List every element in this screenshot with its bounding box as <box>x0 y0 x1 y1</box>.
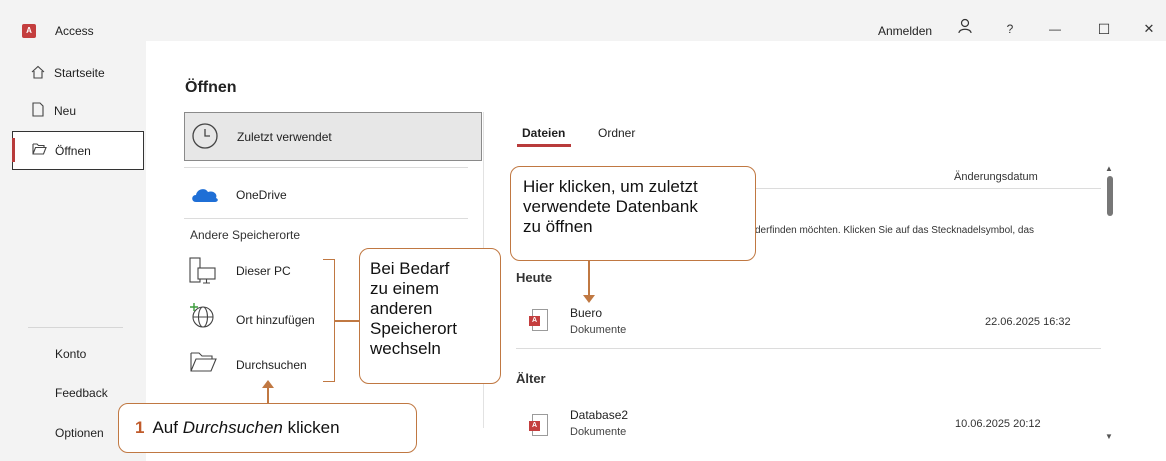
title-bar: A Access Anmelden ? — ☐ ✕ <box>0 0 1166 41</box>
location-onedrive[interactable]: OneDrive <box>236 188 287 202</box>
page-title: Öffnen <box>185 79 237 96</box>
callout-recent: Hier klicken, um zuletzt verwendete Date… <box>510 166 756 261</box>
scroll-up-icon[interactable]: ▲ <box>1105 164 1113 173</box>
file-date: 22.06.2025 16:32 <box>985 316 1071 328</box>
scroll-thumb[interactable] <box>1107 176 1113 216</box>
callout-location: Bei Bedarf zu einem anderen Speicherort … <box>359 248 501 384</box>
callout-arrow <box>588 261 590 299</box>
group-heading-today: Heute <box>516 270 553 285</box>
column-header-modified[interactable]: Änderungsdatum <box>954 171 1038 183</box>
sidebar-item-neu[interactable]: Neu <box>12 92 144 130</box>
callout-line: Hier klicken, um zuletzt <box>523 177 698 196</box>
file-name[interactable]: Buero <box>570 306 602 320</box>
signin-link[interactable]: Anmelden <box>878 24 932 38</box>
callout-line: Bei Bedarf <box>370 259 450 278</box>
app-name: Access <box>55 24 94 38</box>
onedrive-cloud-icon[interactable] <box>190 184 220 209</box>
file-name[interactable]: Database2 <box>570 408 628 422</box>
minimize-button[interactable]: — <box>1040 18 1070 40</box>
sidebar-divider <box>28 327 123 328</box>
sidebar-item-konto[interactable]: Konto <box>55 347 86 361</box>
tab-dateien[interactable]: Dateien <box>522 126 565 140</box>
access-app-icon: A <box>22 24 36 38</box>
file-location: Dokumente <box>570 426 627 438</box>
divider <box>184 167 468 168</box>
file-date: 10.06.2025 20:12 <box>955 418 1041 430</box>
bracket <box>323 259 335 382</box>
step-text-post: klicken <box>282 418 340 437</box>
location-add-place[interactable]: Ort hinzufügen <box>236 313 315 327</box>
scroll-down-icon[interactable]: ▼ <box>1105 432 1113 441</box>
tab-ordner[interactable]: Ordner <box>598 126 635 140</box>
sidebar-item-feedback[interactable]: Feedback <box>55 386 108 400</box>
folder-browse-icon <box>188 349 218 380</box>
callout-line: zu öffnen <box>523 217 593 236</box>
arrow-head-icon <box>262 380 274 388</box>
access-file-icon: A <box>529 309 548 331</box>
help-button[interactable]: ? <box>995 18 1025 40</box>
pin-hint-text: derfinden möchten. Klicken Sie auf das S… <box>755 225 1035 236</box>
file-location: Dokumente <box>570 324 627 336</box>
new-document-icon <box>30 102 46 120</box>
close-button[interactable]: ✕ <box>1134 18 1164 40</box>
sidebar-item-label: Öffnen <box>55 143 91 158</box>
callout-line: Speicherort <box>370 319 457 338</box>
maximize-button[interactable]: ☐ <box>1089 18 1119 40</box>
sidebar-item-startseite[interactable]: Startseite <box>12 54 144 92</box>
bracket-connector <box>335 320 359 322</box>
home-icon <box>30 65 46 82</box>
sidebar-item-label: Neu <box>54 104 77 118</box>
divider <box>184 218 468 219</box>
sidebar-item-oeffnen[interactable]: Öffnen <box>12 131 144 170</box>
location-recent[interactable]: Zuletzt verwendet <box>184 112 482 161</box>
group-heading-older: Älter <box>516 371 546 386</box>
arrow-head-icon <box>583 295 595 303</box>
folder-open-icon <box>31 143 47 158</box>
step-text-pre: Auf <box>152 418 183 437</box>
feedback-person-icon[interactable] <box>950 18 980 40</box>
step-text-emphasis: Durchsuchen <box>182 418 283 437</box>
location-this-pc[interactable]: Dieser PC <box>236 264 291 278</box>
location-browse[interactable]: Durchsuchen <box>236 358 307 372</box>
add-place-globe-icon <box>188 301 218 336</box>
divider <box>516 348 1101 349</box>
location-label: Zuletzt verwendet <box>237 130 332 144</box>
callout-line: zu einem <box>370 279 439 298</box>
callout-line: verwendete Datenbank <box>523 197 698 216</box>
callout-line: anderen <box>370 299 433 318</box>
step-number: 1 <box>135 418 145 437</box>
sidebar-item-optionen[interactable]: Optionen <box>55 426 104 440</box>
sidebar-item-label: Startseite <box>54 66 105 80</box>
access-file-icon: A <box>529 414 548 436</box>
active-tab-underline <box>517 144 571 147</box>
callout-step: 1 Auf Durchsuchen klicken <box>118 403 417 453</box>
other-locations-heading: Andere Speicherorte <box>190 228 301 242</box>
computer-icon <box>188 256 218 291</box>
clock-icon <box>191 122 219 155</box>
callout-line: wechseln <box>370 339 441 358</box>
